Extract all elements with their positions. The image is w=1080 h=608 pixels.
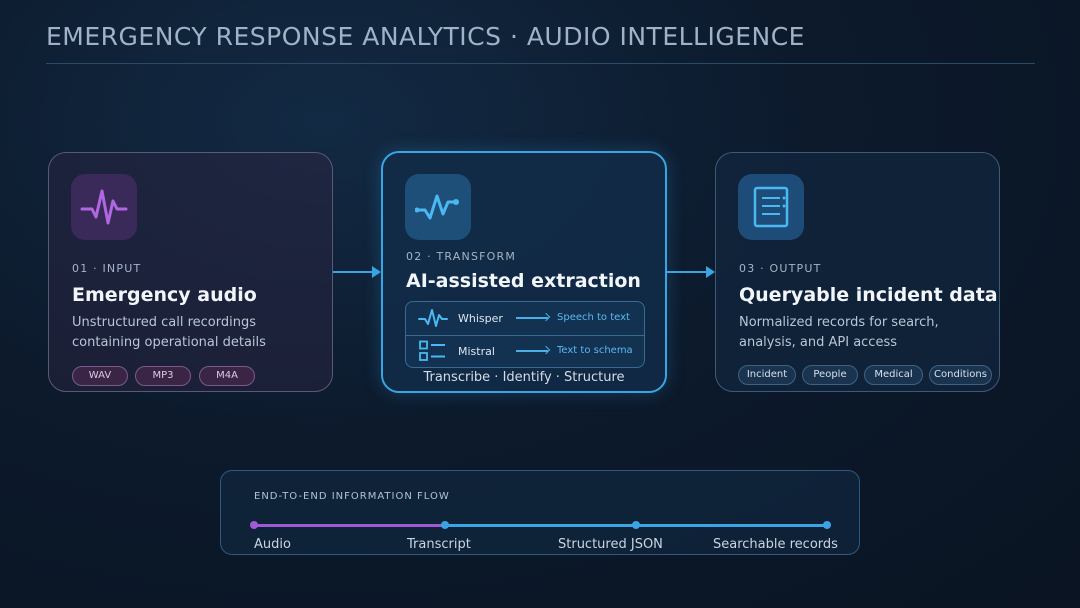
output-title: Queryable incident data (739, 284, 998, 306)
tag-pill-people: People (802, 365, 858, 385)
schema-icon (418, 340, 448, 367)
transform-title: AI-assisted extraction (406, 270, 641, 292)
tag-pill-conditions: Conditions (929, 365, 992, 385)
model-result: Speech to text (557, 312, 630, 323)
transform-card: 02 · TRANSFORM AI-assisted extraction Wh… (381, 151, 667, 393)
pulse-icon (405, 174, 471, 240)
flow-dot (632, 521, 640, 529)
output-card: 03 · OUTPUT Queryable incident data Norm… (715, 152, 1000, 392)
transform-caption: Transcribe · Identify · Structure (423, 370, 625, 385)
output-description: Normalized records for search, analysis,… (739, 315, 939, 350)
input-description: Unstructured call recordings containing … (72, 315, 266, 350)
transform-step-label: 02 · TRANSFORM (406, 250, 517, 263)
model-row: Whisper Speech to text (406, 302, 644, 336)
flow-stage-label: Searchable records (713, 537, 838, 552)
model-row: Mistral Text to schema (406, 335, 644, 368)
arrow-right-icon (516, 350, 548, 352)
tag-pill-medical: Medical (864, 365, 923, 385)
document-icon (738, 174, 804, 240)
model-name: Whisper (458, 312, 503, 325)
page-title: EMERGENCY RESPONSE ANALYTICS · AUDIO INT… (46, 22, 805, 51)
input-to-transform-arrow (333, 266, 381, 278)
model-name: Mistral (458, 345, 495, 358)
flow-stage-label: Structured JSON (558, 537, 663, 552)
transform-to-output-arrow (667, 266, 715, 278)
format-pill-mp3: MP3 (135, 366, 191, 386)
input-card: 01 · INPUT Emergency audio Unstructured … (48, 152, 333, 392)
format-pill-wav: WAV (72, 366, 128, 386)
output-step-label: 03 · OUTPUT (739, 262, 822, 275)
flow-stage-label: Transcript (407, 537, 471, 552)
information-flow-panel: END-TO-END INFORMATION FLOW Audio Transc… (220, 470, 860, 555)
input-title: Emergency audio (72, 284, 257, 306)
flow-dot (441, 521, 449, 529)
waveform-icon (71, 174, 137, 240)
flow-segment-audio (254, 524, 445, 527)
waveform-icon (418, 307, 448, 334)
arrow-right-icon (516, 317, 548, 319)
tag-pill-incident: Incident (738, 365, 796, 385)
format-pill-m4a: M4A (199, 366, 255, 386)
model-panel: Whisper Speech to text Mistral Text to s… (405, 301, 645, 368)
flow-stage-label: Audio (254, 537, 291, 552)
flow-title: END-TO-END INFORMATION FLOW (254, 491, 450, 502)
input-step-label: 01 · INPUT (72, 262, 142, 275)
flow-dot (823, 521, 831, 529)
header-divider (46, 63, 1035, 64)
model-result: Text to schema (557, 345, 633, 356)
flow-dot (250, 521, 258, 529)
